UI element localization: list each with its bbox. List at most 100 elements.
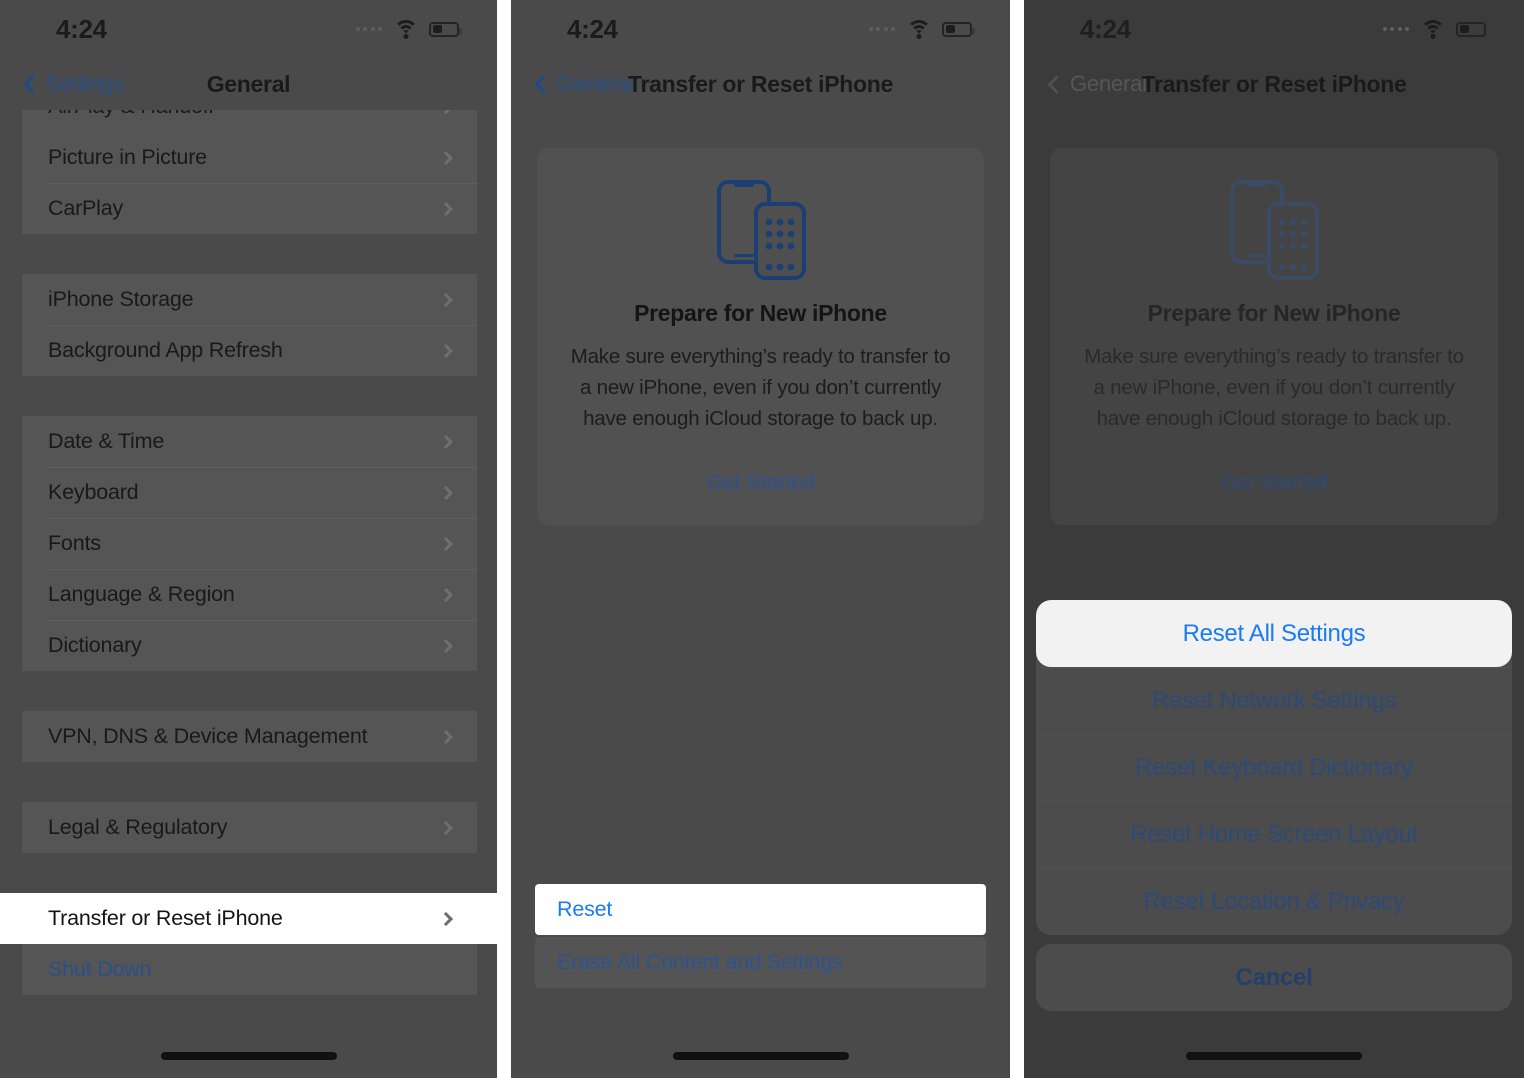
wifi-icon [906,19,931,39]
back-button-general[interactable]: General [534,71,634,97]
list-item-label: Background App Refresh [48,338,283,362]
list-item-shut-down[interactable]: Shut Down [22,944,477,995]
chevron-right-icon [438,150,454,165]
chevron-right-icon [438,343,454,358]
reset-options-sheet: Reset Erase All Content and Settings [511,884,1010,988]
home-indicator [160,1052,337,1060]
list-item-label: Picture in Picture [48,145,207,169]
list-item-label: iPhone Storage [48,287,194,311]
list-item-keyboard[interactable]: Keyboard [22,467,477,518]
battery-icon [1456,21,1489,37]
list-item-label: Language & Region [48,582,235,606]
list-item-label: Keyboard [48,480,139,504]
settings-group-6: Transfer or Reset iPhone [22,893,477,944]
list-item-transfer-or-reset-iphone[interactable]: Transfer or Reset iPhone [22,893,477,944]
home-indicator [672,1052,849,1060]
chevron-left-icon [1047,74,1066,94]
action-sheet-item-reset-location-and-privacy[interactable]: Reset Location & Privacy [1036,868,1512,935]
settings-group-7: Shut Down [22,944,477,995]
settings-group-4: VPN, DNS & Device Management [22,711,477,762]
status-bar-time: 4:24 [567,13,618,44]
action-sheet-item-reset-keyboard-dictionary[interactable]: Reset Keyboard Dictionary [1036,734,1512,801]
list-item-date-and-time[interactable]: Date & Time [22,416,477,467]
prepare-for-new-iphone-card: Prepare for New iPhone Make sure everyth… [1050,148,1498,525]
highlight-band-transfer-or-reset: Transfer or Reset iPhone [0,893,497,944]
navigation-bar: General Transfer or Reset iPhone [511,58,1010,110]
panel-transfer-or-reset: 4:24 General Transfer or Reset iPhone Pr… [511,0,1010,1078]
status-bar-indicators [1382,19,1489,39]
card-title: Prepare for New iPhone [634,300,887,326]
back-button-general[interactable]: General [1047,71,1147,97]
action-sheet-cancel-group: Cancel [1036,944,1512,1011]
chevron-right-icon [438,292,454,307]
list-item-background-app-refresh[interactable]: Background App Refresh [22,325,477,376]
list-item-label: Legal & Regulatory [48,815,228,839]
list-item-dictionary[interactable]: Dictionary [22,620,477,671]
settings-group-3: Date & Time Keyboard Fonts Language & Re… [22,416,477,671]
list-item-label: CarPlay [48,196,124,220]
action-sheet-item-reset-network-settings[interactable]: Reset Network Settings [1036,667,1512,734]
sheet-item-erase-all-content-and-settings[interactable]: Erase All Content and Settings [535,937,986,988]
list-item-language-and-region[interactable]: Language & Region [22,569,477,620]
action-sheet-item-reset-all-settings[interactable]: Reset All Settings [1036,600,1512,667]
battery-icon [429,21,462,37]
list-item-label: VPN, DNS & Device Management [48,724,368,748]
sheet-group-erase: Erase All Content and Settings [535,937,986,988]
navigation-bar: General Transfer or Reset iPhone [1024,58,1524,110]
panel-reset-action-sheet: 4:24 General Transfer or Reset iPhone Pr… [1024,0,1524,1078]
reset-action-sheet: Reset All Settings Reset Network Setting… [1024,600,1524,1020]
list-item-picture-in-picture[interactable]: Picture in Picture [22,132,477,183]
list-item-legal-and-regulatory[interactable]: Legal & Regulatory [22,802,477,853]
card-title: Prepare for New iPhone [1147,300,1401,326]
group-separator [0,762,497,802]
status-bar-time: 4:24 [56,13,107,44]
cellular-dots-icon [868,27,895,31]
chevron-right-icon [438,434,454,449]
action-sheet-cancel-button[interactable]: Cancel [1036,944,1512,1011]
action-sheet-item-reset-home-screen-layout[interactable]: Reset Home Screen Layout [1036,801,1512,868]
list-item-label: Transfer or Reset iPhone [48,906,283,930]
chevron-left-icon [534,74,553,94]
status-bar-time: 4:24 [1080,13,1131,44]
cellular-dots-icon [355,27,382,31]
clipped-list-item[interactable]: AirPlay & Handoff [0,110,497,132]
navigation-bar: Settings General [0,58,497,110]
back-button-settings[interactable]: Settings [23,71,124,97]
list-item-iphone-storage[interactable]: iPhone Storage [22,274,477,325]
list-item-carplay[interactable]: CarPlay [22,183,477,234]
panel-gap [1010,0,1024,1078]
list-item-fonts[interactable]: Fonts [22,518,477,569]
panel-gap [497,0,511,1078]
chevron-right-icon [438,485,454,500]
chevron-right-icon [438,820,454,835]
get-started-link[interactable]: Get Started [1076,470,1472,495]
chevron-left-icon [23,74,42,94]
group-separator [0,671,497,711]
back-button-label: General [557,71,634,96]
card-description: Make sure everything’s ready to transfer… [1084,345,1464,430]
cellular-dots-icon [1382,27,1409,31]
chevron-right-icon [438,110,454,114]
status-bar: 4:24 [0,0,497,58]
panel-general-settings: 4:24 Settings General AirPlay & Handoff [0,0,497,1078]
status-bar: 4:24 [511,0,1010,58]
group-separator [0,853,497,893]
battery-icon [942,21,975,37]
list-item-vpn-dns-device-management[interactable]: VPN, DNS & Device Management [22,711,477,762]
wifi-icon [1420,19,1445,39]
two-iphones-icon [563,176,958,284]
settings-group-2: iPhone Storage Background App Refresh [22,274,477,376]
chevron-right-icon [438,201,454,216]
get-started-link[interactable]: Get Started [563,470,958,495]
prepare-for-new-iphone-card: Prepare for New iPhone Make sure everyth… [537,148,984,525]
home-indicator [1186,1052,1362,1060]
back-button-label: General [1070,71,1147,96]
group-separator [0,376,497,416]
list-item-label: AirPlay & Handoff [48,110,214,119]
chevron-right-icon [438,587,454,602]
sheet-item-reset[interactable]: Reset [535,884,986,935]
list-item-label: Shut Down [48,957,152,981]
card-description: Make sure everything’s ready to transfer… [570,345,951,430]
chevron-right-icon [438,536,454,551]
settings-list: AirPlay & Handoff Picture in Picture Car… [0,110,497,995]
